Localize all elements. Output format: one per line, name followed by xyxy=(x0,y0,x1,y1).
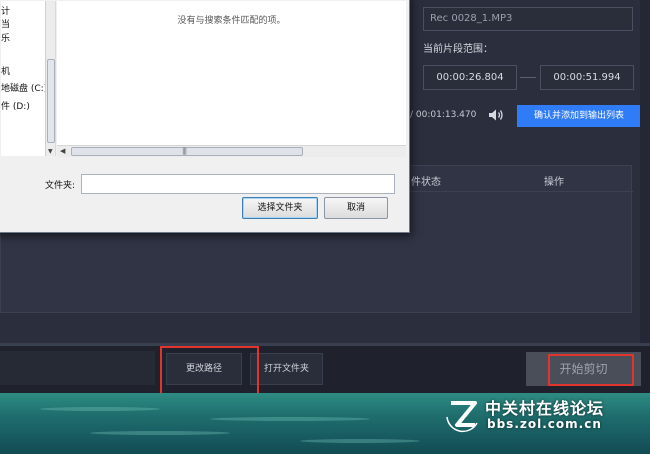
end-time-input[interactable]: 00:00:51.994 xyxy=(540,65,634,90)
tree-item[interactable]: 当 xyxy=(1,17,10,30)
open-folder-button[interactable]: 打开文件夹 xyxy=(250,353,323,385)
desktop-wallpaper: 中关村在线论坛 bbs.zol.com.cn xyxy=(0,393,650,454)
zol-logo-icon xyxy=(446,401,478,433)
cancel-button[interactable]: 取消 xyxy=(324,197,388,219)
folder-content-pane[interactable]: 没有与搜索条件匹配的项。 xyxy=(57,1,406,145)
column-header-action: 操作 xyxy=(544,177,564,188)
output-path-field xyxy=(0,351,155,385)
file-name-field[interactable]: Rec 0028_1.MP3 xyxy=(423,7,633,31)
wave-ripple xyxy=(40,407,160,411)
scroll-left-arrow-icon[interactable]: ◀ xyxy=(60,146,65,157)
segment-range-label: 当前片段范围： xyxy=(423,44,493,55)
time-range-separator xyxy=(520,77,536,78)
folder-field-label: 文件夹: xyxy=(45,181,76,191)
wave-ripple xyxy=(210,417,370,421)
empty-results-message: 没有与搜索条件匹配的项。 xyxy=(177,16,286,26)
bottom-toolbar: 更改路径 打开文件夹 开始剪切 xyxy=(0,343,650,398)
select-folder-dialog: 计 当 乐 机 地磁盘 (C:) 件 (D:) ▼ 没有与搜索条件匹配的项。 ◀… xyxy=(0,0,410,233)
folder-input[interactable] xyxy=(81,174,395,194)
tree-item-drive-d[interactable]: 件 (D:) xyxy=(1,99,30,112)
horizontal-scrollbar[interactable]: ◀ ||| xyxy=(57,145,406,157)
scrollbar-grip-icon: ||| xyxy=(182,147,187,155)
tree-item[interactable]: 计 xyxy=(1,4,10,17)
player-bar: / 00:01:13.470 确认并添加到输出列表 xyxy=(410,100,650,130)
watermark-title: 中关村在线论坛 xyxy=(485,399,605,418)
change-path-button[interactable]: 更改路径 xyxy=(166,353,242,385)
confirm-add-to-output-button[interactable]: 确认并添加到输出列表 xyxy=(517,105,641,127)
start-time-input[interactable]: 00:00:26.804 xyxy=(423,65,517,90)
wave-ripple xyxy=(90,431,230,435)
watermark: 中关村在线论坛 bbs.zol.com.cn xyxy=(445,393,650,454)
tree-item[interactable]: 机 xyxy=(1,64,10,77)
tree-item[interactable]: 乐 xyxy=(1,31,10,44)
tree-item-drive-c[interactable]: 地磁盘 (C:) xyxy=(1,81,47,94)
select-folder-button[interactable]: 选择文件夹 xyxy=(242,197,318,219)
window-edge xyxy=(640,0,650,343)
column-header-status: 件状态 xyxy=(411,177,441,188)
start-cut-button[interactable]: 开始剪切 xyxy=(526,352,641,386)
wave-ripple xyxy=(300,439,420,443)
watermark-url: bbs.zol.com.cn xyxy=(487,417,602,431)
folder-tree-pane[interactable]: 计 当 乐 机 地磁盘 (C:) 件 (D:) ▼ xyxy=(1,1,56,156)
tree-scrollbar[interactable]: ▼ xyxy=(45,1,55,156)
horizontal-scrollbar-thumb[interactable]: ||| xyxy=(71,147,303,156)
scroll-down-arrow-icon[interactable]: ▼ xyxy=(48,148,53,155)
volume-icon[interactable] xyxy=(488,108,504,122)
tree-scrollbar-thumb[interactable] xyxy=(47,59,55,143)
total-duration: / 00:01:13.470 xyxy=(410,110,477,120)
